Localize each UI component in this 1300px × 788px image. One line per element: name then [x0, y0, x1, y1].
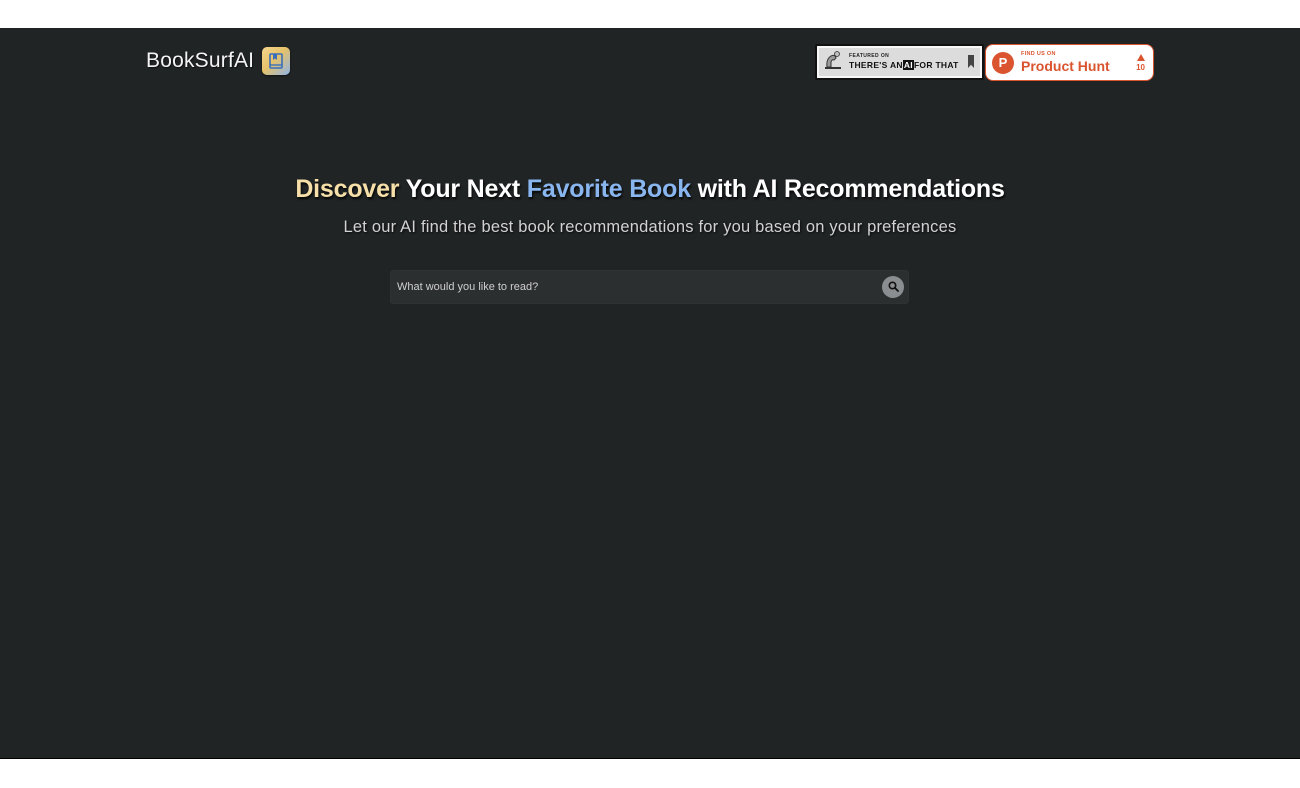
bookmark-book-icon — [262, 47, 291, 75]
upvote-arrow-icon — [1136, 53, 1145, 61]
ph-find-label: FIND US ON — [1021, 51, 1056, 58]
search-bar — [390, 270, 909, 304]
hero-title-discover: Discover — [295, 175, 400, 203]
product-hunt-badge[interactable]: P FIND US ON Product Hunt 10 — [985, 44, 1154, 81]
product-hunt-logo-icon: P — [992, 51, 1014, 74]
hero-title: Discover Your Next Favorite Book with AI… — [0, 175, 1300, 204]
hero-title-middle: Your Next — [399, 175, 527, 203]
robot-icon — [823, 49, 845, 76]
ph-vote-count: 10 — [1136, 62, 1145, 72]
taaft-featured-label: FEATURED ON — [849, 53, 890, 60]
hero-title-end: with AI Recommendations — [690, 175, 1005, 203]
hero-subtitle: Let our AI find the best book recommenda… — [343, 218, 957, 236]
theres-an-ai-for-that-badge[interactable]: FEATURED ON THERE'S ANAIFOR THAT — [815, 44, 984, 80]
ph-upvotes: 10 — [1136, 53, 1145, 72]
app-container: BookSurfAI FEATURED ON THERE'S ANAIFOR T… — [0, 28, 1300, 759]
hero-title-favorite: Favorite Book — [526, 175, 691, 203]
search-input[interactable] — [391, 271, 882, 303]
search-button[interactable] — [882, 276, 904, 298]
bookmark-icon — [968, 55, 974, 68]
search-icon — [887, 280, 899, 295]
brand-name: BookSurfAI — [146, 49, 255, 72]
ph-title: Product Hunt — [1021, 57, 1110, 74]
taaft-title: THERE'S ANAIFOR THAT — [849, 60, 959, 71]
brand-logo[interactable]: BookSurfAI — [146, 47, 291, 75]
